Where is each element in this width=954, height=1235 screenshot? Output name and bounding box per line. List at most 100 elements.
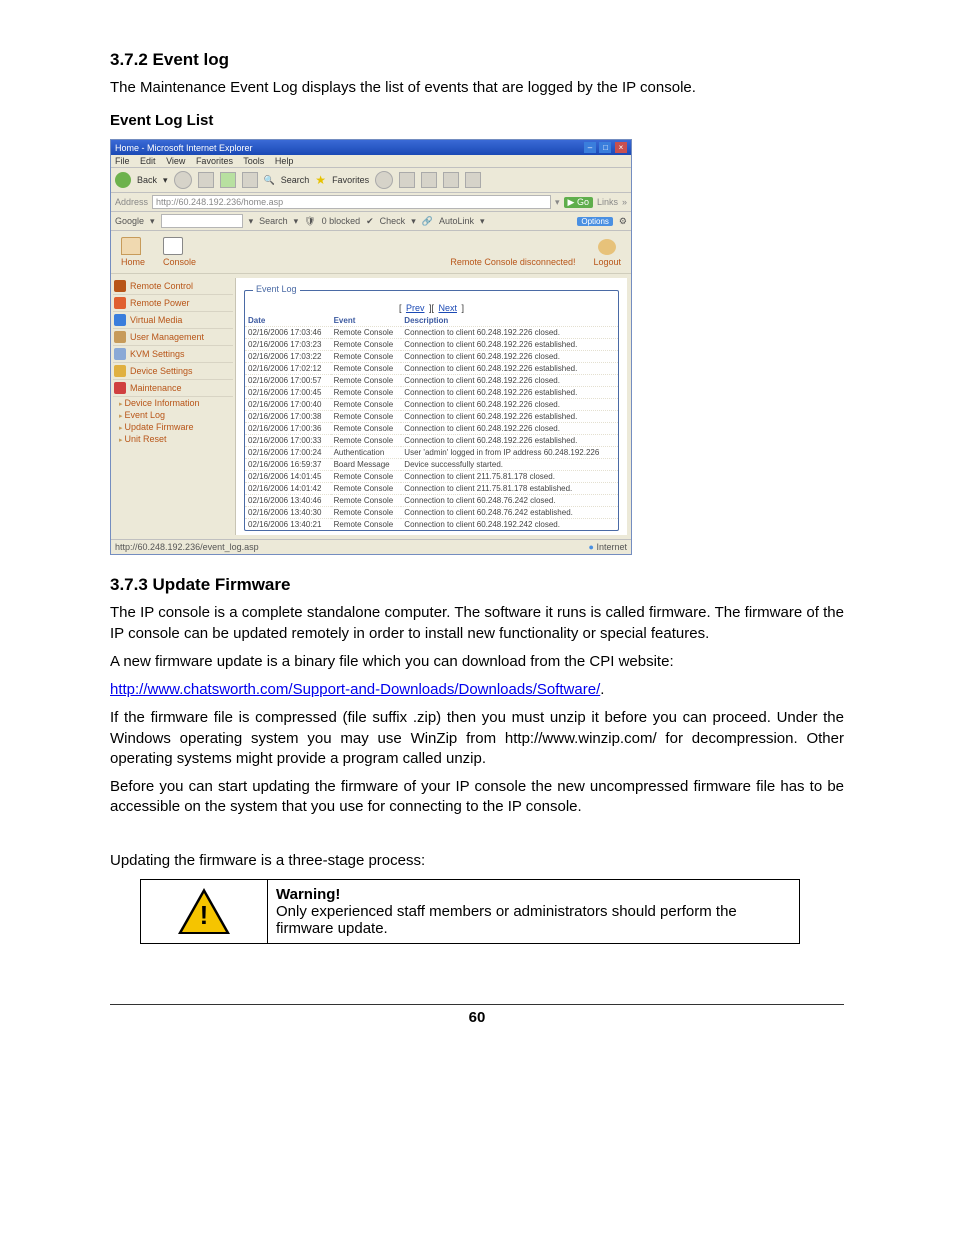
sidebar-sub-update-firmware[interactable]: Update Firmware: [119, 421, 233, 433]
table-row: 02/16/2006 14:01:45Remote ConsoleConnect…: [245, 471, 618, 483]
paragraph: Before you can start updating the firmwa…: [110, 777, 844, 818]
download-link[interactable]: http://www.chatsworth.com/Support-and-Do…: [110, 681, 600, 698]
autolink-icon[interactable]: 🔗: [422, 216, 433, 227]
links-label[interactable]: Links: [597, 197, 618, 207]
edit-icon[interactable]: [443, 172, 459, 188]
paragraph: If the firmware file is compressed (file…: [110, 708, 844, 769]
period: .: [600, 681, 604, 698]
menu-bar: File Edit View Favorites Tools Help: [111, 155, 631, 168]
options-button[interactable]: Options: [577, 217, 613, 226]
back-icon[interactable]: [115, 172, 131, 188]
table-row: 02/16/2006 17:00:45Remote ConsoleConnect…: [245, 387, 618, 399]
home-nav-icon[interactable]: [121, 237, 141, 255]
col-desc: Description: [401, 315, 618, 327]
menu-help[interactable]: Help: [275, 156, 294, 166]
back-label: Back: [137, 175, 157, 185]
col-date: Date: [245, 315, 331, 327]
ie-toolbar: Back ▾ 🔍 Search ★ Favorites: [111, 168, 631, 193]
remote-control-icon: [114, 280, 126, 292]
stop-icon[interactable]: [198, 172, 214, 188]
event-log-table: Date Event Description 02/16/2006 17:03:…: [245, 315, 618, 530]
maximize-icon[interactable]: □: [599, 142, 611, 153]
next-link[interactable]: Next: [439, 303, 458, 313]
sidebar-sub-event-log[interactable]: Event Log: [119, 409, 233, 421]
remote-power-icon: [114, 297, 126, 309]
sidebar-item-remote-control[interactable]: Remote Control: [113, 278, 233, 295]
sidebar-item-kvm-settings[interactable]: KVM Settings: [113, 346, 233, 363]
pager: [ Prev ][ Next ]: [245, 301, 618, 315]
table-row: 02/16/2006 13:40:21Remote ConsoleConnect…: [245, 519, 618, 531]
fieldset-legend: Event Log: [253, 284, 300, 294]
table-row: 02/16/2006 17:02:12Remote ConsoleConnect…: [245, 363, 618, 375]
google-search-input[interactable]: [161, 214, 243, 228]
menu-favorites[interactable]: Favorites: [196, 156, 233, 166]
paragraph: The IP console is a complete standalone …: [110, 603, 844, 644]
mail-icon[interactable]: [399, 172, 415, 188]
virtual-media-icon: [114, 314, 126, 326]
logout-icon[interactable]: [598, 239, 616, 255]
sidebar-item-user-management[interactable]: User Management: [113, 329, 233, 346]
search-icon[interactable]: 🔍: [264, 175, 275, 186]
prev-link[interactable]: Prev: [406, 303, 425, 313]
window-title: Home - Microsoft Internet Explorer: [115, 143, 253, 153]
page-number: 60: [110, 1004, 844, 1026]
refresh-icon[interactable]: [220, 172, 236, 188]
sidebar: Remote Control Remote Power Virtual Medi…: [111, 274, 235, 539]
autolink-label: AutoLink: [439, 216, 474, 226]
remote-status: Remote Console disconnected!: [450, 257, 575, 267]
menu-file[interactable]: File: [115, 156, 130, 166]
messenger-icon[interactable]: [465, 172, 481, 188]
status-zone: Internet: [589, 542, 627, 552]
status-url: http://60.248.192.236/event_log.asp: [115, 542, 259, 552]
sidebar-sub-unit-reset[interactable]: Unit Reset: [119, 433, 233, 445]
sidebar-item-virtual-media[interactable]: Virtual Media: [113, 312, 233, 329]
menu-edit[interactable]: Edit: [140, 156, 156, 166]
go-button[interactable]: ▶ Go: [564, 197, 593, 208]
console-nav-icon[interactable]: [163, 237, 183, 255]
table-row: 02/16/2006 17:00:33Remote ConsoleConnect…: [245, 435, 618, 447]
sidebar-item-maintenance[interactable]: Maintenance: [113, 380, 233, 397]
window-titlebar: Home - Microsoft Internet Explorer – □ ×: [111, 140, 631, 155]
favorites-icon[interactable]: ★: [315, 173, 326, 187]
screenshot-ie-window: Home - Microsoft Internet Explorer – □ ×…: [110, 139, 632, 555]
address-input[interactable]: http://60.248.192.236/home.asp: [152, 195, 551, 209]
menu-view[interactable]: View: [166, 156, 185, 166]
menu-tools[interactable]: Tools: [243, 156, 264, 166]
table-row: 02/16/2006 14:01:42Remote ConsoleConnect…: [245, 483, 618, 495]
home-nav-label: Home: [121, 257, 145, 267]
maintenance-icon: [114, 382, 126, 394]
address-label: Address: [115, 197, 148, 207]
favorites-label: Favorites: [332, 175, 369, 185]
forward-icon[interactable]: [174, 171, 192, 189]
window-buttons: – □ ×: [583, 142, 627, 153]
user-management-icon: [114, 331, 126, 343]
google-toolbar: Google▾ ▾ Search▾ 🛡 0 blocked ✔ Check▾ 🔗…: [111, 212, 631, 231]
table-row: 02/16/2006 17:00:38Remote ConsoleConnect…: [245, 411, 618, 423]
google-search-button[interactable]: Search: [259, 216, 288, 226]
paragraph: Updating the firmware is a three-stage p…: [110, 851, 844, 871]
table-row: 02/16/2006 17:00:57Remote ConsoleConnect…: [245, 375, 618, 387]
heading-event-log: 3.7.2 Event log: [110, 50, 844, 70]
sidebar-sub-device-info[interactable]: Device Information: [119, 397, 233, 409]
sidebar-item-device-settings[interactable]: Device Settings: [113, 363, 233, 380]
table-row: 02/16/2006 17:00:40Remote ConsoleConnect…: [245, 399, 618, 411]
minimize-icon[interactable]: –: [584, 142, 596, 153]
history-icon[interactable]: [375, 171, 393, 189]
warning-title: Warning!: [276, 886, 340, 903]
blocked-count: 0 blocked: [322, 216, 361, 226]
close-icon[interactable]: ×: [615, 142, 627, 153]
home-icon[interactable]: [242, 172, 258, 188]
table-row: 02/16/2006 17:00:36Remote ConsoleConnect…: [245, 423, 618, 435]
app-top-nav: Home Console Remote Console disconnected…: [111, 231, 631, 274]
heading-update-firmware: 3.7.3 Update Firmware: [110, 575, 844, 595]
print-icon[interactable]: [421, 172, 437, 188]
subheading-event-log-list: Event Log List: [110, 112, 844, 129]
popup-blocker-icon[interactable]: 🛡: [304, 216, 315, 227]
table-row: 02/16/2006 17:03:23Remote ConsoleConnect…: [245, 339, 618, 351]
check-label: Check: [380, 216, 406, 226]
spellcheck-icon[interactable]: ✔: [366, 216, 374, 227]
settings-icon[interactable]: ⚙: [619, 216, 627, 227]
table-row: 02/16/2006 17:03:22Remote ConsoleConnect…: [245, 351, 618, 363]
status-bar: http://60.248.192.236/event_log.asp Inte…: [111, 539, 631, 554]
sidebar-item-remote-power[interactable]: Remote Power: [113, 295, 233, 312]
